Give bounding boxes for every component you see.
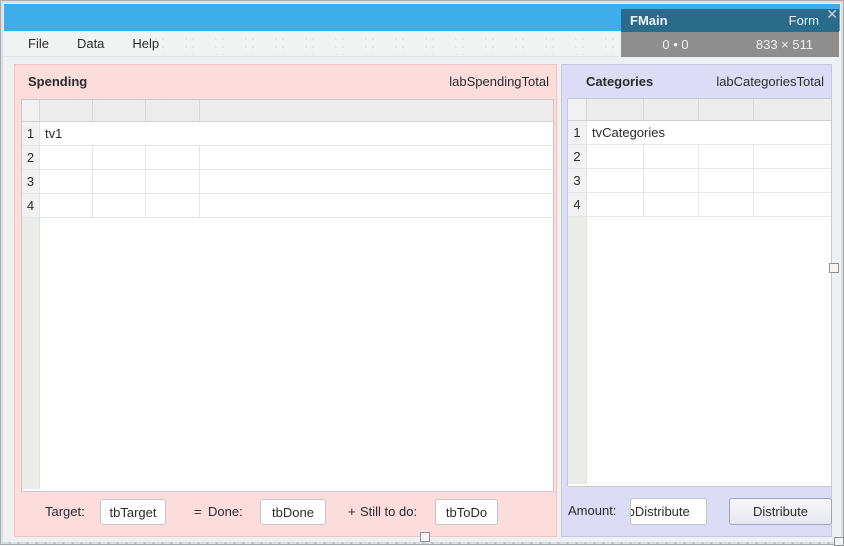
grid-row-number: 3 (22, 170, 40, 193)
grid-header-row (568, 99, 831, 121)
grid-cell[interactable] (699, 169, 754, 192)
spending-gridview[interactable]: 1tv1234 (21, 99, 554, 492)
target-textbox[interactable] (100, 499, 166, 525)
grid-row-number: 2 (22, 146, 40, 169)
menu-item-file[interactable]: File (18, 32, 59, 55)
grid-header-cell (754, 99, 831, 120)
grid-header-cell (644, 99, 699, 120)
grid-row[interactable]: 4 (568, 193, 831, 217)
grid-cell[interactable] (146, 170, 200, 193)
equals-sign: = (194, 499, 202, 525)
menu-item-data[interactable]: Data (67, 32, 114, 55)
spending-panel: Spending labSpendingTotal 1tv1234 Target… (14, 64, 557, 537)
amount-label: Amount: (568, 498, 616, 524)
grid-gutter-fill (22, 218, 40, 489)
grid-row[interactable]: 1tv1 (22, 122, 553, 146)
grid-row-number: 4 (568, 193, 587, 216)
distribute-button[interactable]: Distribute (729, 498, 832, 525)
grid-cell[interactable] (93, 194, 146, 217)
grid-cell[interactable] (93, 170, 146, 193)
grid-row-number: 1 (568, 121, 587, 144)
grid-cell[interactable] (200, 146, 553, 169)
categories-panel-title: Categories (586, 74, 653, 89)
grid-cell[interactable] (754, 193, 831, 216)
grid-row-number: 1 (22, 122, 40, 145)
target-label: Target: (45, 499, 85, 525)
grid-cell[interactable] (200, 194, 553, 217)
grid-empty-area[interactable] (568, 217, 831, 484)
overlay-form-type: Form (789, 13, 819, 28)
categories-panel: Categories labCategoriesTotal 1tvCategor… (561, 64, 832, 537)
grid-cell[interactable] (644, 145, 699, 168)
grid-cell[interactable] (587, 169, 644, 192)
grid-row[interactable]: 3 (568, 169, 831, 193)
grid-row-number: 3 (568, 169, 587, 192)
grid-header-gutter (22, 100, 40, 121)
ide-form-designer-window: File Data Help Spending labSpendingTotal… (0, 0, 844, 545)
grid-header-gutter (568, 99, 587, 120)
grid-cell[interactable] (587, 193, 644, 216)
grid-row-number: 2 (568, 145, 587, 168)
grid-header-row (22, 100, 553, 122)
grid-header-cell (200, 100, 553, 121)
spending-panel-title: Spending (28, 74, 87, 89)
todo-textbox[interactable] (435, 499, 498, 525)
resize-handle-bottom[interactable] (420, 532, 430, 542)
overlay-status-bar: 0 • 0 833 × 511 (621, 32, 839, 57)
grid-cell[interactable] (40, 146, 93, 169)
overlay-header[interactable]: FMain Form (621, 9, 839, 32)
done-textbox[interactable] (260, 499, 326, 525)
grid-cell[interactable] (699, 145, 754, 168)
plus-sign: + (348, 499, 356, 525)
grid-row[interactable]: 2 (22, 146, 553, 170)
close-icon[interactable]: ✕ (826, 7, 838, 21)
grid-row[interactable]: 4 (22, 194, 553, 218)
grid-header-cell (93, 100, 146, 121)
grid-empty-area[interactable] (22, 218, 553, 489)
spending-total-label: labSpendingTotal (449, 74, 549, 89)
grid-gutter-fill (568, 217, 587, 484)
amount-textbox[interactable]: tbDistribute (630, 498, 707, 525)
grid-row[interactable]: 2 (568, 145, 831, 169)
grid-cell[interactable] (754, 145, 831, 168)
grid-cell[interactable] (146, 146, 200, 169)
grid-cell[interactable] (93, 146, 146, 169)
overlay-form-name: FMain (630, 13, 668, 28)
form-designer-overlay: FMain Form ✕ 0 • 0 833 × 511 (621, 9, 839, 57)
done-label: Done: (208, 499, 243, 525)
categories-total-label: labCategoriesTotal (716, 74, 824, 89)
amount-textbox-text: tbDistribute (630, 499, 690, 524)
grid-cell[interactable] (644, 193, 699, 216)
still-to-do-label: Still to do: (360, 499, 417, 525)
grid-cell[interactable] (200, 170, 553, 193)
grid-cell[interactable] (587, 145, 644, 168)
grid-row-number: 4 (22, 194, 40, 217)
grid-cell[interactable] (40, 194, 93, 217)
grid-cell[interactable] (40, 170, 93, 193)
grid-cell[interactable] (644, 169, 699, 192)
grid-control-name: tv1 (40, 122, 553, 145)
grid-header-cell (587, 99, 644, 120)
grid-control-name: tvCategories (587, 121, 831, 144)
resize-handle-right[interactable] (829, 263, 839, 273)
grid-cell[interactable] (699, 193, 754, 216)
grid-cell[interactable] (146, 194, 200, 217)
grid-cell[interactable] (754, 169, 831, 192)
grid-header-cell (40, 100, 93, 121)
grid-row[interactable]: 3 (22, 170, 553, 194)
overlay-size: 833 × 511 (730, 32, 839, 57)
categories-gridview[interactable]: 1tvCategories234 (567, 98, 832, 487)
overlay-position: 0 • 0 (621, 32, 730, 57)
grid-header-cell (146, 100, 200, 121)
grid-row[interactable]: 1tvCategories (568, 121, 831, 145)
designer-grid-dots (141, 33, 621, 55)
grid-header-cell (699, 99, 754, 120)
